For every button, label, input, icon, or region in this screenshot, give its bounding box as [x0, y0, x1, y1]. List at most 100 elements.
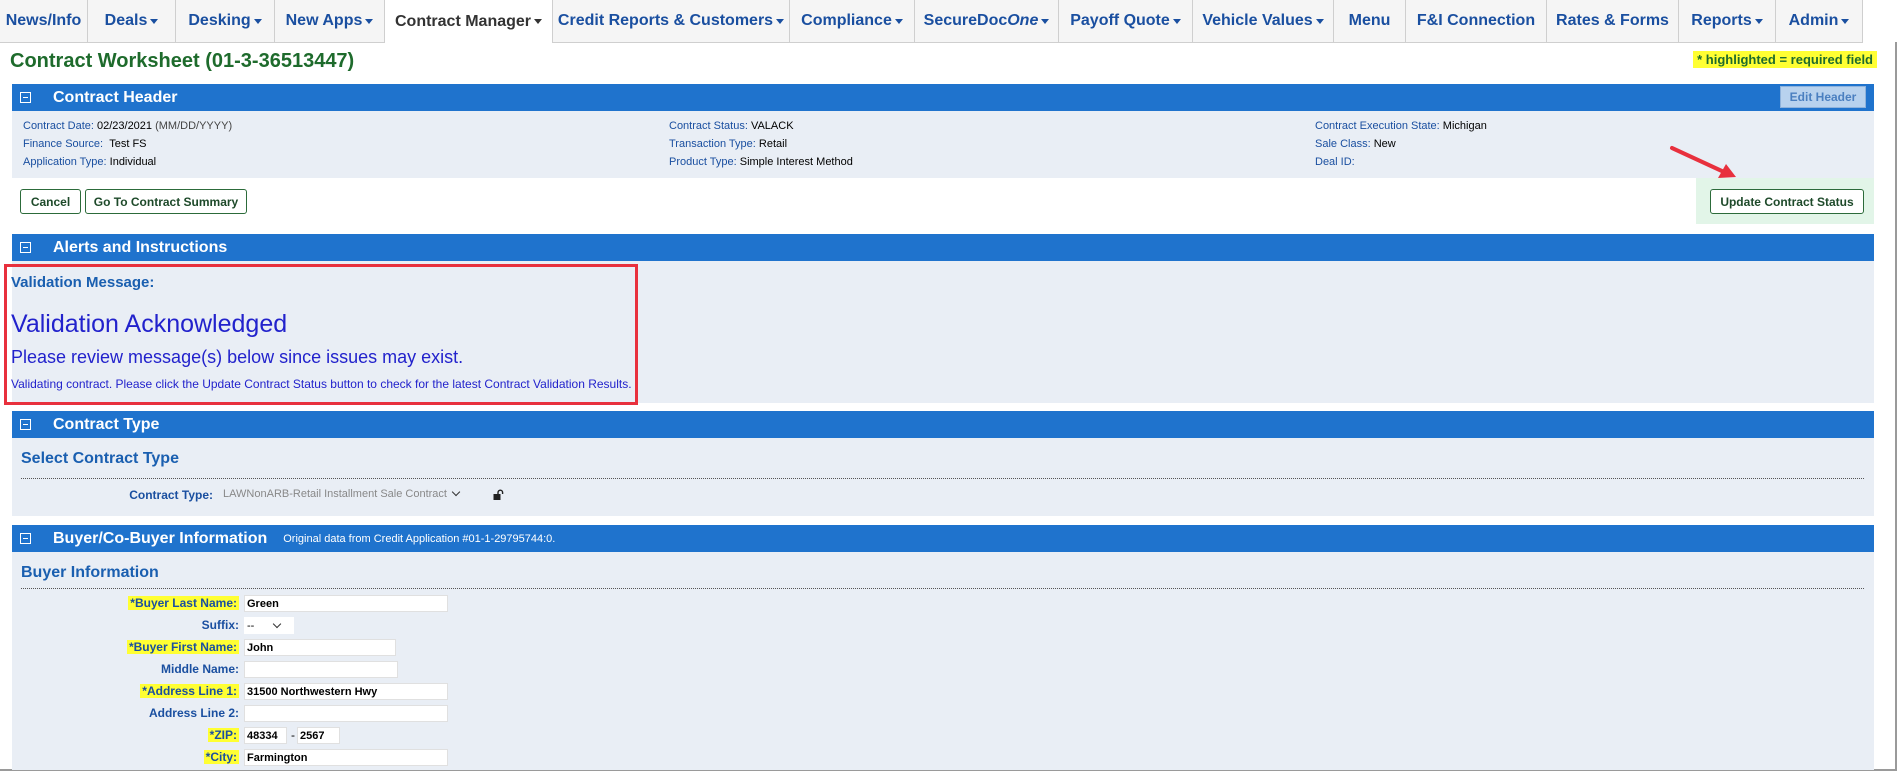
nav-contract-manager[interactable]: Contract Manager [385, 0, 553, 43]
required-label: *City: [203, 750, 239, 764]
field-value: Test FS [109, 138, 147, 150]
field-value: Simple Interest Method [739, 156, 853, 168]
caret-down-icon [894, 18, 903, 24]
cancel-button[interactable]: Cancel [20, 189, 81, 214]
city-label: *City: [90, 750, 239, 764]
application-type-field: Application Type: Individual [23, 156, 156, 168]
chevron-down-icon [451, 487, 461, 496]
credit-application-note: Original data from Credit Application #0… [283, 532, 556, 545]
buyer-last-name-input[interactable]: Green [244, 595, 448, 612]
nav-label: Credit Reports & Customers [557, 12, 774, 29]
caret-down-icon [150, 18, 159, 24]
section-divider [21, 478, 1864, 479]
select-value: LAWNonARB-Retail Installment Sale Contra… [223, 487, 447, 500]
caret-down-icon [776, 18, 785, 24]
address-line-2-label: Address Line 2: [148, 706, 239, 720]
nav-news-info[interactable]: News/Info [0, 0, 88, 42]
buyer-information-heading: Buyer Information [21, 564, 159, 581]
buyer-first-name-label: *Buyer First Name: [90, 640, 239, 654]
nav-payoff-quote[interactable]: Payoff Quote [1059, 0, 1193, 42]
nav-new-apps[interactable]: New Apps [275, 0, 385, 42]
top-navigation: News/Info Deals Desking New Apps Contrac… [0, 0, 1863, 43]
field-label: Deal ID: [1315, 156, 1355, 168]
buyer-first-name-input[interactable]: John [244, 639, 396, 656]
field-label: Contract Status: [669, 120, 748, 132]
edit-header-button[interactable]: Edit Header [1780, 86, 1866, 108]
collapse-icon[interactable] [20, 419, 31, 430]
caret-down-icon [1041, 18, 1050, 24]
address-line-1-input[interactable]: 31500 Northwestern Hwy [244, 683, 448, 700]
product-type-field: Product Type: Simple Interest Method [669, 156, 853, 168]
nav-label: Contract Manager [394, 12, 532, 30]
middle-name-input[interactable] [244, 661, 398, 678]
caret-down-icon [1315, 18, 1324, 24]
nav-credit-reports[interactable]: Credit Reports & Customers [553, 0, 790, 42]
caret-down-icon [1754, 18, 1763, 24]
go-to-contract-summary-button[interactable]: Go To Contract Summary [85, 189, 247, 214]
nav-securedocone[interactable]: SecureDoc One [915, 0, 1059, 42]
alerts-bar[interactable]: Alerts and Instructions [12, 234, 1874, 261]
contract-header-bar[interactable]: Contract Header [12, 84, 1874, 111]
red-highlight-annotation [4, 264, 638, 405]
field-label: Contract Date: [23, 120, 94, 132]
section-title: Alerts and Instructions [53, 238, 228, 256]
caret-down-icon [253, 18, 262, 24]
execution-state-field: Contract Execution State: Michigan [1315, 120, 1487, 132]
nav-compliance[interactable]: Compliance [790, 0, 915, 42]
required-label: *ZIP: [207, 728, 239, 742]
section-divider [21, 588, 1864, 589]
field-value: VALACK [750, 120, 794, 132]
collapse-icon[interactable] [20, 242, 31, 253]
nav-admin[interactable]: Admin [1776, 0, 1863, 42]
nav-deals[interactable]: Deals [88, 0, 176, 42]
select-contract-type-heading: Select Contract Type [21, 450, 179, 467]
page-title: Contract Worksheet (01-3-36513447) [10, 50, 355, 72]
caret-down-icon [534, 19, 543, 24]
nav-reports[interactable]: Reports [1679, 0, 1776, 42]
select-value: -- [247, 619, 255, 632]
contract-status-field: Contract Status: VALACK [669, 120, 794, 132]
field-label: Contract Execution State: [1315, 120, 1440, 132]
zip-label: *ZIP: [90, 728, 239, 742]
required-field-note: * highlighted = required field [1693, 51, 1877, 68]
nav-label: Payoff Quote [1070, 12, 1170, 29]
collapse-icon[interactable] [20, 92, 31, 103]
buyer-cobuyer-bar[interactable]: Buyer/Co-Buyer Information Original data… [12, 525, 1874, 552]
nav-label: News/Info [5, 12, 82, 29]
city-input[interactable]: Farmington [244, 749, 448, 766]
nav-label: SecureDoc [923, 12, 1008, 29]
field-label: Sale Class: [1315, 138, 1371, 150]
caret-down-icon [1841, 18, 1850, 24]
update-contract-status-button[interactable]: Update Contract Status [1710, 189, 1864, 214]
contract-date-field: Contract Date: 02/23/2021 (MM/DD/YYYY) [23, 120, 232, 132]
nav-label: New Apps [285, 12, 363, 29]
zip-input[interactable]: 48334 [244, 727, 287, 744]
nav-label: Reports [1691, 12, 1752, 29]
nav-label: Vehicle Values [1202, 12, 1313, 29]
nav-vehicle-values[interactable]: Vehicle Values [1193, 0, 1334, 42]
suffix-label: Suffix: [201, 618, 239, 632]
nav-menu[interactable]: Menu [1334, 0, 1406, 42]
contract-header-panel [12, 111, 1874, 178]
suffix-select[interactable]: -- [244, 617, 294, 634]
nav-fi-connection[interactable]: F&I Connection [1406, 0, 1547, 42]
collapse-icon[interactable] [20, 533, 31, 544]
nav-desking[interactable]: Desking [176, 0, 275, 42]
contract-type-bar[interactable]: Contract Type [12, 411, 1874, 438]
nav-label: Compliance [801, 12, 892, 29]
nav-label: Admin [1788, 12, 1839, 29]
nav-rates-forms[interactable]: Rates & Forms [1547, 0, 1679, 42]
required-label: *Address Line 1: [140, 684, 239, 698]
chevron-down-icon [273, 619, 282, 628]
field-value: 02/23/2021 [96, 120, 153, 132]
red-arrow-annotation-icon [1670, 146, 1736, 178]
lock-icon[interactable] [492, 489, 504, 501]
address-line-2-input[interactable] [244, 705, 448, 722]
required-label: *Buyer Last Name: [128, 596, 239, 610]
address-line-1-label: *Address Line 1: [90, 684, 239, 698]
transaction-type-field: Transaction Type: Retail [669, 138, 787, 150]
contract-type-label: Contract Type: [129, 488, 213, 502]
contract-type-select[interactable]: LAWNonARB-Retail Installment Sale Contra… [223, 485, 461, 502]
date-format-hint: (MM/DD/YYYY) [155, 120, 233, 132]
zip-extension-input[interactable]: 2567 [297, 727, 340, 744]
